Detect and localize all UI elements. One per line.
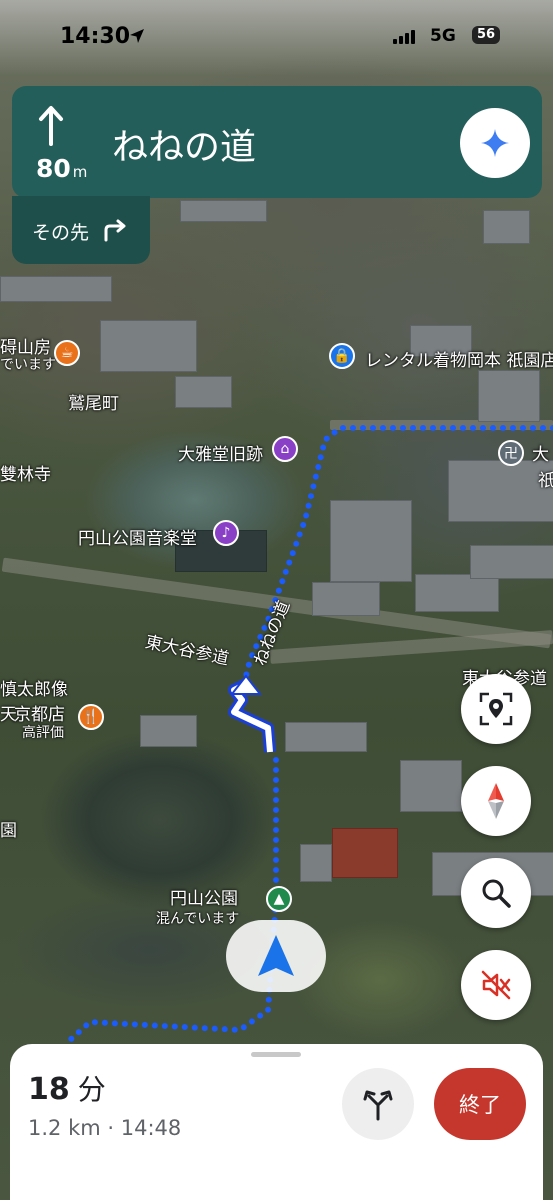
- current-location-puck: [226, 920, 326, 992]
- map-label-restaurant-sub: 高評価: [22, 725, 64, 741]
- temple-pin-icon[interactable]: 卍: [498, 440, 524, 466]
- eta-minutes: 18 分: [28, 1068, 106, 1108]
- network-type: 5G: [430, 26, 456, 46]
- volume-muted-icon: [481, 970, 511, 1000]
- map-label-washio: 鷲尾町: [68, 394, 119, 414]
- mute-button[interactable]: [461, 950, 531, 1020]
- street-name: ねねの道: [112, 127, 257, 168]
- end-navigation-button[interactable]: 終了: [434, 1068, 526, 1140]
- sparkle-icon: [481, 129, 509, 157]
- location-frame-icon: [479, 692, 513, 726]
- navigation-arrow-icon: [258, 935, 294, 976]
- sheet-drag-handle[interactable]: [251, 1052, 301, 1057]
- eta-distance-arrival: 1.2 km · 14:48: [28, 1116, 182, 1140]
- turn-right-icon: [104, 219, 126, 242]
- map-label-daigado[interactable]: 大雅堂旧跡: [178, 440, 263, 465]
- route-fork-icon: [363, 1090, 393, 1121]
- park-pin-icon[interactable]: ▲: [266, 886, 292, 912]
- shop-pin-icon[interactable]: 🔒: [329, 343, 355, 369]
- restaurant-pin-icon[interactable]: 🍴: [78, 704, 104, 730]
- map-label-rental-kimono[interactable]: レンタル着物岡本 祇園店: [365, 346, 553, 371]
- landmark-pin-icon[interactable]: ⌂: [272, 436, 298, 462]
- search-icon: [482, 879, 511, 908]
- eta-minutes-unit: 分: [77, 1073, 106, 1106]
- map-label-soryinji[interactable]: 雙林寺: [0, 460, 51, 485]
- compass-icon: [488, 783, 504, 819]
- distance-value: 80: [36, 154, 71, 183]
- compass-button[interactable]: [461, 766, 531, 836]
- recenter-location-button[interactable]: [461, 674, 531, 744]
- map-label-edge: 園: [0, 821, 17, 841]
- status-bar: 14:30 5G 56: [0, 0, 553, 76]
- map-label-cafe-sub: でいます: [0, 357, 56, 373]
- location-arrow-icon: [130, 29, 144, 43]
- map-label-temple[interactable]: 大: [532, 440, 549, 465]
- map-label-shintaro[interactable]: 慎太郎像: [0, 675, 68, 700]
- straight-arrow-icon: [39, 106, 63, 146]
- distance-unit: m: [72, 163, 88, 181]
- alternate-routes-button[interactable]: [342, 1068, 414, 1140]
- cafe-pin-icon[interactable]: ☕: [54, 340, 80, 366]
- map-label-park-sub: 混んでいます: [156, 911, 240, 927]
- status-time: 14:30: [60, 24, 131, 49]
- search-button[interactable]: [461, 858, 531, 928]
- eta-minutes-value: 18: [28, 1072, 70, 1107]
- gemini-button[interactable]: [460, 108, 530, 178]
- distance-to-turn: 80 m: [36, 154, 87, 183]
- music-hall-pin-icon[interactable]: ♪: [213, 520, 239, 546]
- map-label-park[interactable]: 円山公園: [170, 884, 238, 909]
- map-label-temple-2: 祇: [538, 471, 553, 491]
- cellular-signal-icon: [393, 30, 415, 44]
- then-label: その先: [32, 222, 90, 244]
- map-label-music-hall[interactable]: 円山公園音楽堂: [78, 524, 197, 549]
- battery-indicator: 56: [472, 26, 500, 44]
